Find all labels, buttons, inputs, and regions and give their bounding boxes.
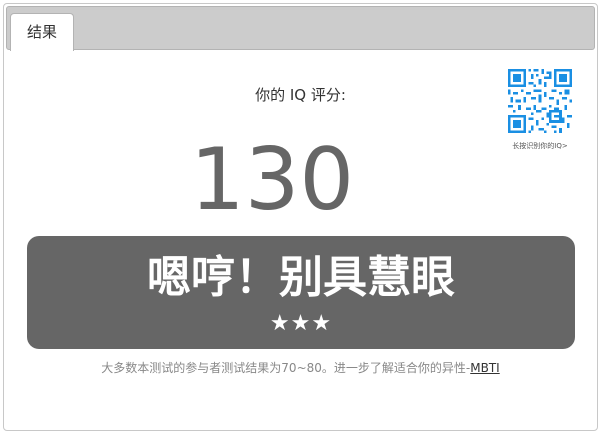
qr-caption: 长按识别你的IQ>: [512, 142, 568, 150]
result-banner: 嗯哼！别具慧眼 ★★★: [27, 236, 575, 349]
tab-bar: 结果: [6, 6, 595, 51]
iq-score: 130: [190, 130, 355, 230]
result-title: 嗯哼！别具慧眼: [147, 252, 455, 303]
tab-result[interactable]: 结果: [10, 13, 74, 51]
result-panel: 结果 你的 IQ 评分: 130 长按识别你的IQ> 嗯哼！别具慧眼 ★★★ 大…: [3, 3, 598, 431]
footnote: 大多数本测试的参与者测试结果为70~80。进一步了解适合你的异性-MBTI: [4, 359, 597, 376]
star-rating: ★★★: [269, 311, 333, 336]
mbti-link[interactable]: MBTI: [470, 361, 499, 375]
qr-code-block: 长按识别你的IQ>: [506, 69, 574, 151]
qr-code-icon: [508, 69, 572, 133]
footnote-text: 大多数本测试的参与者测试结果为70~80。进一步了解适合你的异性-: [101, 361, 471, 375]
